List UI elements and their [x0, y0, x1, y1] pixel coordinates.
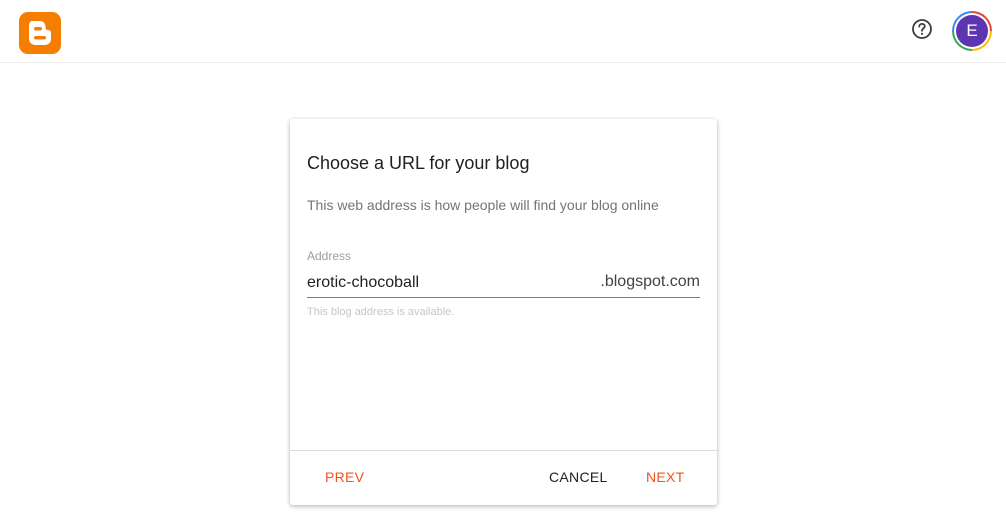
help-circle-icon[interactable]: [911, 18, 933, 40]
blogger-logo-icon[interactable]: [19, 12, 61, 54]
next-button[interactable]: NEXT: [636, 461, 695, 493]
avatar-border: E: [954, 13, 990, 49]
choose-url-dialog: Choose a URL for your blog This web addr…: [290, 119, 717, 505]
address-suffix: .blogspot.com: [600, 273, 700, 290]
prev-button[interactable]: PREV: [315, 461, 374, 493]
dialog-title: Choose a URL for your blog: [307, 153, 530, 173]
avatar-initial: E: [956, 15, 988, 47]
dialog-divider: [290, 450, 717, 451]
dialog-description: This web address is how people will find…: [307, 197, 659, 213]
address-label: Address: [307, 249, 352, 263]
cancel-button[interactable]: CANCEL: [539, 461, 618, 493]
address-availability-hint: This blog address is available.: [307, 306, 455, 318]
top-app-bar: E: [0, 0, 1006, 63]
account-avatar[interactable]: E: [952, 11, 992, 51]
address-input[interactable]: [307, 271, 587, 295]
address-field: .blogspot.com: [307, 271, 700, 298]
